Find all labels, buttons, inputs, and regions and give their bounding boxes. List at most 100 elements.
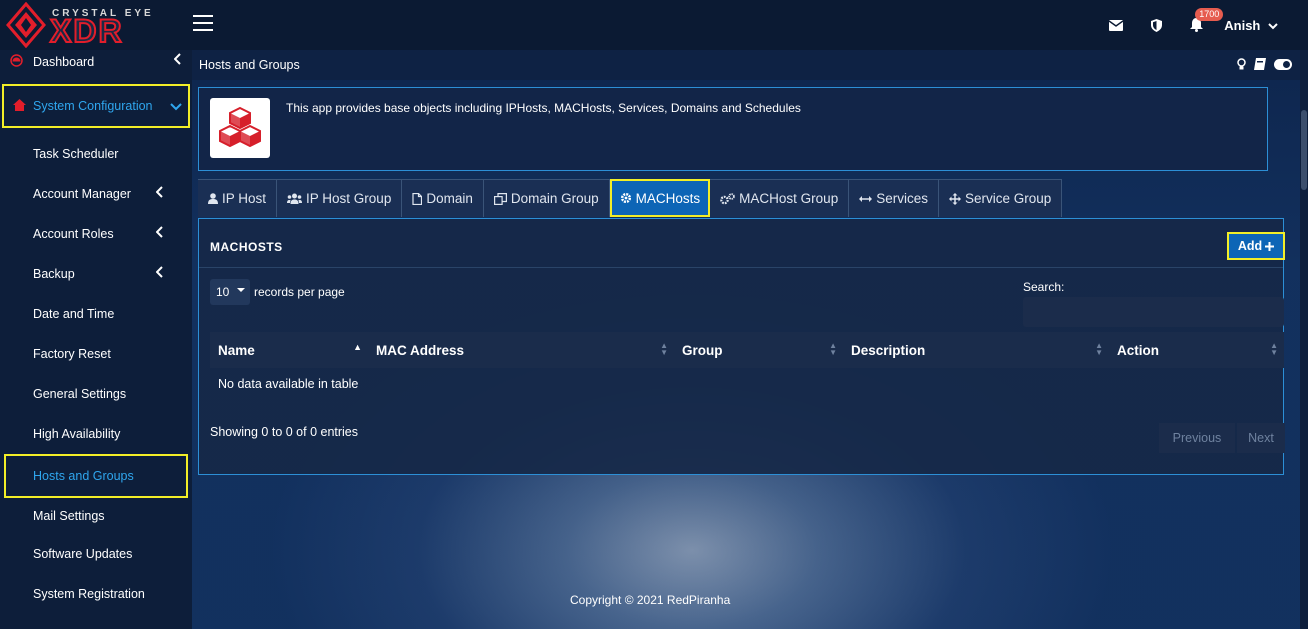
lightbulb-icon[interactable] — [1237, 58, 1246, 74]
tab-label: Domain — [426, 191, 473, 206]
tab-machosts[interactable]: MACHosts — [609, 179, 711, 217]
sidebar-item-label: Account Manager — [33, 187, 131, 201]
notification-badge: 1700 — [1195, 8, 1224, 21]
dashboard-icon — [10, 54, 23, 70]
sidebar-item-label: System Registration — [33, 587, 145, 601]
caret-down-icon — [237, 288, 245, 292]
search-label: Search: — [1023, 280, 1065, 294]
previous-button[interactable]: Previous — [1159, 423, 1235, 453]
column-label: MAC Address — [376, 342, 465, 358]
add-button[interactable]: Add — [1227, 232, 1285, 260]
records-per-page-value: 10 — [216, 285, 230, 299]
machosts-panel: MACHOSTS Add 10 records per page Search:… — [198, 218, 1285, 475]
column-header-group[interactable]: Group ▲ ▼ — [674, 332, 843, 368]
sidebar-item-account-roles[interactable]: Account Roles — [0, 214, 192, 254]
column-label: Name — [218, 342, 255, 358]
sidebar-item-task-scheduler[interactable]: Task Scheduler — [0, 134, 192, 174]
chevron-left-icon — [155, 266, 164, 281]
sidebar-item-software-updates[interactable]: Software Updates — [0, 534, 192, 574]
tab-ip-host-group[interactable]: IP Host Group — [277, 179, 403, 217]
sidebar-item-label: Hosts and Groups — [33, 469, 134, 483]
tab-label: Domain Group — [510, 191, 599, 206]
sidebar-item-label: Date and Time — [33, 307, 115, 321]
sidebar-item-label: Software Updates — [33, 547, 133, 561]
tab-machost-group[interactable]: MACHost Group — [710, 179, 850, 217]
app-info-card: This app provides base objects including… — [198, 87, 1268, 171]
security-button[interactable] — [1136, 0, 1176, 50]
sidebar-item-general-settings[interactable]: General Settings — [0, 374, 192, 414]
column-header-description[interactable]: Description ▲ ▼ — [843, 332, 1109, 368]
book-icon[interactable] — [1254, 58, 1266, 74]
user-menu[interactable]: Anish — [1224, 18, 1278, 33]
main-content: Hosts and Groups This app provides base … — [192, 50, 1300, 629]
sidebar: Dashboard System Configuration Task Sche… — [0, 50, 192, 629]
tab-services[interactable]: Services — [849, 179, 939, 217]
column-header-name[interactable]: Name ▲ — [210, 332, 368, 368]
tab-label: Services — [876, 191, 928, 206]
chevron-down-icon — [1268, 18, 1278, 33]
panel-header: MACHOSTS Add — [199, 219, 1285, 268]
copy-icon — [493, 192, 507, 205]
tab-ip-host[interactable]: IP Host — [198, 179, 278, 217]
search-input[interactable] — [1023, 297, 1284, 327]
next-button[interactable]: Next — [1237, 423, 1285, 453]
top-right-icons: 1700 Anish — [1096, 0, 1278, 50]
records-per-page-label: records per page — [254, 285, 345, 299]
shield-icon — [1150, 18, 1162, 32]
sort-icon: ▲ ▼ — [1270, 341, 1278, 357]
tab-service-group[interactable]: Service Group — [938, 179, 1063, 217]
sidebar-item-label: Task Scheduler — [33, 147, 119, 161]
toggle-icon[interactable] — [1274, 58, 1292, 74]
notifications-button[interactable]: 1700 — [1176, 0, 1224, 50]
sidebar-item-mail-settings[interactable]: Mail Settings — [0, 498, 192, 534]
sidebar-item-date-and-time[interactable]: Date and Time — [0, 294, 192, 334]
column-header-mac-address[interactable]: MAC Address ▲ ▼ — [368, 332, 674, 368]
app-description: This app provides base objects including… — [286, 101, 801, 115]
arrows-horizontal-icon — [859, 195, 873, 202]
sidebar-item-hosts-and-groups[interactable]: Hosts and Groups — [4, 454, 188, 498]
records-per-page-select[interactable]: 10 — [210, 279, 250, 305]
column-label: Description — [851, 342, 926, 358]
chevron-left-icon — [155, 186, 164, 201]
chevron-left-icon — [173, 53, 182, 68]
plus-icon — [1265, 241, 1275, 251]
menu-toggle-button[interactable] — [193, 15, 213, 33]
tab-label: IP Host Group — [306, 191, 392, 206]
column-label: Group — [682, 342, 723, 358]
sidebar-item-factory-reset[interactable]: Factory Reset — [0, 334, 192, 374]
footer-copyright: Copyright © 2021 RedPiranha — [570, 593, 731, 607]
crystal-eye-xdr-logo[interactable]: CRYSTAL EYE XDR — [4, 2, 164, 48]
sidebar-item-high-availability[interactable]: High Availability — [0, 414, 192, 454]
gear-icon — [620, 192, 631, 204]
sidebar-item-account-manager[interactable]: Account Manager — [0, 174, 192, 214]
table-info: Showing 0 to 0 of 0 entries — [210, 425, 359, 439]
tab-domain[interactable]: Domain — [402, 179, 484, 217]
cubes-logo-icon — [210, 98, 270, 158]
gears-icon — [720, 192, 735, 204]
file-icon — [412, 192, 423, 205]
sidebar-item-system-registration[interactable]: System Registration — [0, 574, 192, 614]
page-header-bar: Hosts and Groups — [192, 50, 1300, 80]
sidebar-item-dashboard[interactable]: Dashboard — [0, 50, 192, 74]
tab-domain-group[interactable]: Domain Group — [483, 179, 610, 217]
table-empty-row: No data available in table — [218, 377, 359, 391]
messages-button[interactable] — [1096, 0, 1136, 50]
sidebar-item-system-configuration[interactable]: System Configuration — [2, 84, 190, 128]
tab-label: IP Host — [222, 191, 267, 206]
sort-icon: ▲ ▼ — [1095, 341, 1103, 357]
tab-bar: IP Host IP Host Group Domain Domain Grou… — [198, 179, 1063, 217]
page-scrollbar[interactable] — [1300, 50, 1308, 629]
table-header: Name ▲ MAC Address ▲ ▼ Group ▲ ▼ Descripti… — [210, 332, 1284, 368]
page-title: Hosts and Groups — [199, 58, 300, 72]
column-header-action[interactable]: Action ▲ ▼ — [1109, 332, 1284, 368]
sort-icon: ▲ ▼ — [660, 341, 668, 357]
column-label: Action — [1117, 342, 1159, 358]
sidebar-item-label: Mail Settings — [33, 509, 105, 523]
sort-asc-icon: ▲ — [353, 342, 362, 352]
scrollbar-thumb[interactable] — [1301, 110, 1307, 190]
sidebar-item-label: Dashboard — [33, 55, 95, 69]
logo-emblem-icon — [6, 2, 46, 48]
sidebar-item-backup[interactable]: Backup — [0, 254, 192, 294]
sidebar-item-label: System Configuration — [33, 99, 153, 113]
tab-label: Service Group — [964, 191, 1052, 206]
